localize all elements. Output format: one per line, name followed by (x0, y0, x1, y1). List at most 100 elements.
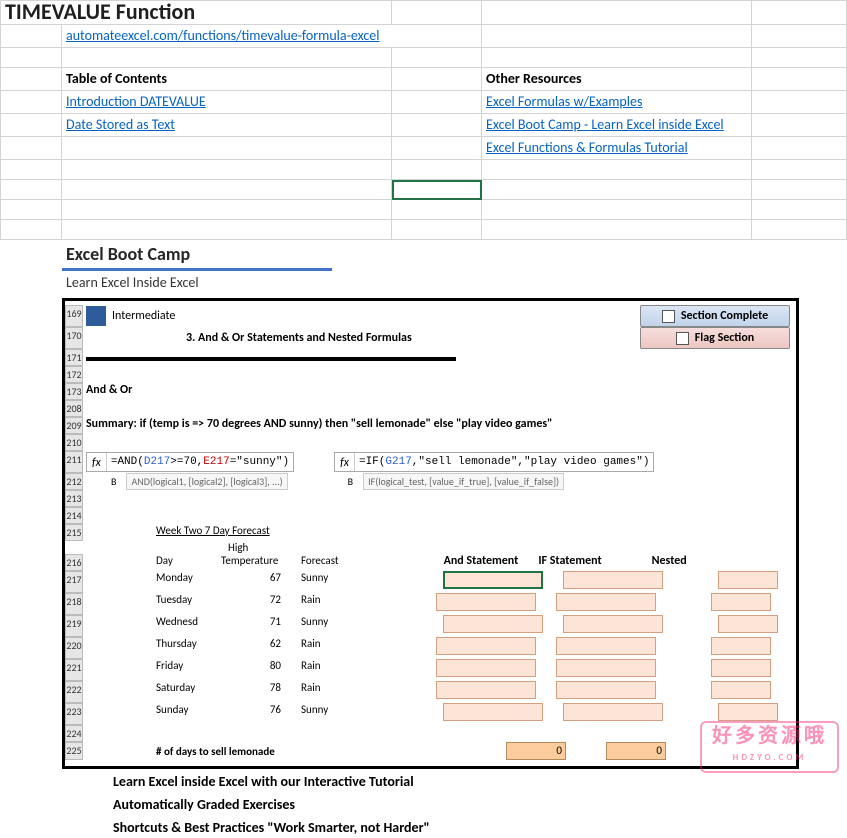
fx-icon: fx (335, 453, 355, 471)
rownum[interactable]: 221 (65, 659, 83, 681)
if-input[interactable] (556, 637, 656, 655)
other-link-0[interactable]: Excel Formulas w/Examples (482, 91, 752, 114)
if-input[interactable] (556, 659, 656, 677)
main-link[interactable]: automateexcel.com/functions/timevalue-fo… (62, 25, 482, 48)
nested-input[interactable] (711, 681, 771, 699)
if-input[interactable] (556, 593, 656, 611)
forecast-cell[interactable]: Rain (301, 637, 321, 659)
day-cell[interactable]: Friday (156, 659, 211, 681)
flag-section-button[interactable]: Flag Section (640, 327, 790, 349)
divider (86, 357, 456, 361)
and-input[interactable] (436, 659, 536, 677)
selected-cell[interactable] (392, 180, 482, 200)
if-result[interactable]: 0 (606, 742, 666, 760)
rownum[interactable]: 173 (65, 383, 83, 400)
rownum[interactable]: 216 (65, 554, 83, 571)
chapter-title: 3. And & Or Statements and Nested Formul… (186, 331, 412, 345)
rownum[interactable]: 215 (65, 524, 83, 541)
and-input[interactable] (436, 681, 536, 699)
if-hint: IF(logical_test, [value_if_true], [value… (363, 473, 564, 490)
nested-input[interactable] (718, 615, 778, 633)
rownum[interactable]: 171 (65, 349, 83, 366)
rownum[interactable]: 224 (65, 725, 83, 742)
rownum[interactable]: 218 (65, 593, 83, 615)
day-cell[interactable]: Tuesday (156, 593, 211, 615)
forecast-cell[interactable]: Sunny (301, 571, 328, 593)
and-input[interactable] (443, 571, 543, 589)
page-title: TIMEVALUE Function (0, 0, 392, 25)
rownum[interactable]: 214 (65, 507, 83, 524)
rownum[interactable]: 213 (65, 490, 83, 507)
rownum[interactable]: 219 (65, 615, 83, 637)
summary-text: Summary: if (temp is => 70 degrees AND s… (86, 417, 790, 434)
forecast-cell[interactable]: Sunny (301, 615, 328, 637)
rownum[interactable]: 225 (65, 742, 83, 760)
and-input[interactable] (443, 703, 543, 721)
bootcamp-heading: Excel Boot Camp (62, 240, 332, 271)
nested-input[interactable] (711, 637, 771, 655)
rownum[interactable]: 208 (65, 400, 83, 417)
if-input[interactable] (556, 681, 656, 699)
and-input[interactable] (443, 615, 543, 633)
rownum[interactable]: 217 (65, 571, 83, 593)
if-input[interactable] (563, 571, 663, 589)
forecast-cell[interactable]: Sunny (301, 703, 328, 725)
section-complete-button[interactable]: Section Complete (640, 305, 790, 327)
nested-input[interactable] (718, 703, 778, 721)
temp-cell[interactable]: 62 (221, 637, 281, 659)
formula-and[interactable]: fx=AND(D217>=70,E217="sunny") (86, 452, 294, 472)
temp-cell[interactable]: 76 (221, 703, 281, 725)
nested-input[interactable] (718, 571, 778, 589)
and-input[interactable] (436, 637, 536, 655)
other-header: Other Resources (482, 68, 752, 91)
rownum[interactable]: 222 (65, 681, 83, 703)
nested-input[interactable] (711, 659, 771, 677)
rownum[interactable]: 220 (65, 637, 83, 659)
and-result[interactable]: 0 (506, 742, 566, 760)
temp-cell[interactable]: 80 (221, 659, 281, 681)
formula-if[interactable]: fx=IF(G217,"sell lemonade","play video g… (334, 452, 654, 472)
forecast-cell[interactable]: Rain (301, 681, 321, 703)
rownum[interactable]: 211 (65, 451, 83, 473)
rownum[interactable]: 169 (65, 305, 83, 327)
other-link-1[interactable]: Excel Boot Camp - Learn Excel inside Exc… (482, 114, 752, 137)
bullet-2: Shortcuts & Best Practices "Work Smarter… (113, 815, 847, 838)
toc-link-1[interactable]: Date Stored as Text (62, 114, 392, 137)
level-indicator-icon (86, 306, 106, 326)
and-input[interactable] (436, 593, 536, 611)
temp-cell[interactable]: 71 (221, 615, 281, 637)
forecast-cell[interactable]: Rain (301, 593, 321, 615)
rownum[interactable]: 223 (65, 703, 83, 725)
other-link-2[interactable]: Excel Functions & Formulas Tutorial (482, 137, 752, 160)
spreadsheet-grid: TIMEVALUE Function automateexcel.com/fun… (0, 0, 847, 240)
forecast-cell[interactable]: Rain (301, 659, 321, 681)
high-label: High (156, 541, 790, 554)
rownum[interactable]: 170 (65, 327, 83, 349)
checkbox-icon (662, 310, 675, 323)
day-cell[interactable]: Thursday (156, 637, 211, 659)
toc-link-0[interactable]: Introduction DATEVALUE (62, 91, 392, 114)
rownum[interactable]: 209 (65, 417, 83, 434)
day-cell[interactable]: Sunday (156, 703, 211, 725)
day-cell[interactable]: Wednesd (156, 615, 211, 637)
nested-input[interactable] (711, 593, 771, 611)
temp-cell[interactable]: 67 (221, 571, 281, 593)
fx-icon: fx (87, 453, 107, 471)
page-root: TIMEVALUE Function automateexcel.com/fun… (0, 0, 847, 838)
temp-cell[interactable]: 78 (221, 681, 281, 703)
toc-header: Table of Contents (62, 68, 392, 91)
temp-cell[interactable]: 72 (221, 593, 281, 615)
bullet-0: Learn Excel inside Excel with our Intera… (113, 769, 847, 792)
rownum[interactable]: 212 (65, 473, 83, 490)
bullet-1: Automatically Graded Exercises (113, 792, 847, 815)
rownum[interactable]: 172 (65, 366, 83, 383)
andor-header: And & Or (86, 383, 790, 400)
rownum[interactable]: 210 (65, 434, 83, 451)
checkbox-icon (676, 332, 689, 345)
day-cell[interactable]: Monday (156, 571, 211, 593)
day-cell[interactable]: Saturday (156, 681, 211, 703)
if-input[interactable] (563, 703, 663, 721)
bootcamp-screenshot: 169 Intermediate Section Complete 170 3.… (62, 298, 799, 769)
days-label: # of days to sell lemonade (156, 745, 396, 758)
if-input[interactable] (563, 615, 663, 633)
